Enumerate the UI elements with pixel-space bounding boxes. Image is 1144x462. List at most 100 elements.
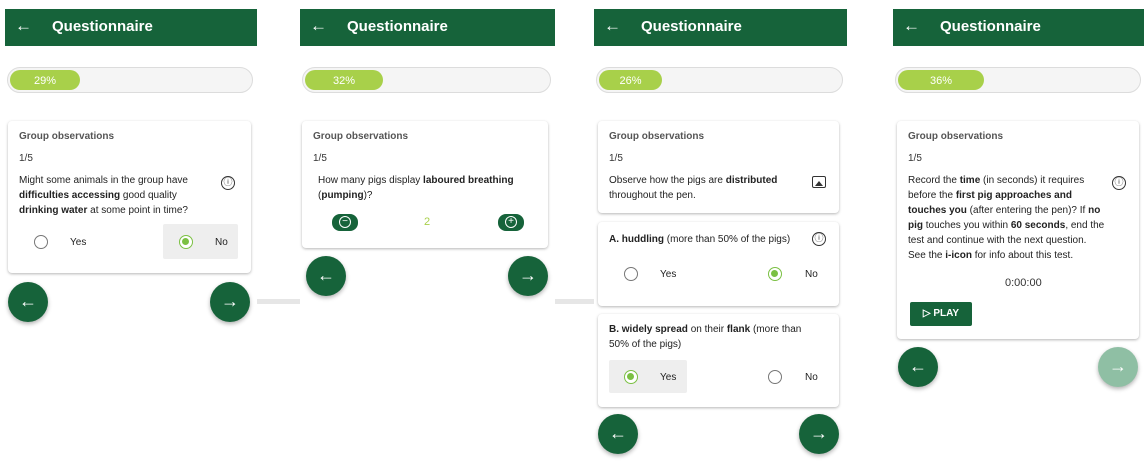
option-no-label: No bbox=[805, 269, 818, 280]
info-icon[interactable]: ⓘ bbox=[221, 176, 235, 190]
question-fragment: on their bbox=[687, 324, 727, 335]
radio-yes[interactable] bbox=[624, 267, 638, 281]
sub-question-card-b: B. widely spread on their flank (more th… bbox=[598, 314, 839, 407]
question-card: Group observations 1/5 Record the time (… bbox=[897, 121, 1139, 339]
group-title: Group observations bbox=[609, 131, 705, 142]
question-fragment: at some point in time? bbox=[87, 205, 188, 216]
stepper-value: 2 bbox=[424, 216, 431, 228]
option-yes-label: Yes bbox=[660, 269, 677, 280]
screen-distribution: ← Questionnaire 26% Group observations 1… bbox=[594, 9, 847, 459]
question-emphasis: A. huddling bbox=[609, 234, 664, 245]
question-fragment: throughout the pen. bbox=[609, 190, 696, 201]
step-counter: 1/5 bbox=[313, 153, 327, 164]
question-fragment: Observe how the pigs are bbox=[609, 175, 726, 186]
radio-no[interactable] bbox=[179, 235, 193, 249]
app-bar: ← Questionnaire bbox=[5, 9, 257, 46]
question-fragment: Might some animals in the group have bbox=[19, 175, 188, 186]
screen-drinking-water: ← Questionnaire 29% Group observations 1… bbox=[5, 9, 257, 459]
question-fragment: touches you within bbox=[923, 220, 1011, 231]
question-emphasis: 60 seconds bbox=[1010, 220, 1066, 231]
question-fragment: See the bbox=[908, 250, 943, 261]
question-emphasis: laboured breathing bbox=[423, 175, 514, 186]
app-bar: ← Questionnaire bbox=[300, 9, 555, 46]
question-emphasis: time bbox=[959, 175, 981, 186]
prev-button[interactable]: ← bbox=[898, 347, 938, 387]
question-fragment: good quality bbox=[120, 190, 177, 201]
step-counter: 1/5 bbox=[19, 153, 33, 164]
question-emphasis: distributed bbox=[725, 175, 778, 186]
option-no-label: No bbox=[215, 237, 228, 248]
progress-fill: 29% bbox=[10, 70, 80, 90]
question-emphasis: difficulties accessing bbox=[19, 190, 121, 201]
question-card: Group observations 1/5 Observe how the p… bbox=[598, 121, 839, 213]
prev-button[interactable]: ← bbox=[8, 282, 48, 322]
prev-button[interactable]: ← bbox=[306, 256, 346, 296]
option-yes-label: Yes bbox=[70, 237, 87, 248]
next-button[interactable]: → bbox=[210, 282, 250, 322]
play-button[interactable]: ▷ PLAY bbox=[910, 302, 972, 326]
timer-display: 0:00:00 bbox=[1005, 277, 1042, 289]
question-emphasis: pumping bbox=[321, 190, 364, 201]
question-fragment: )? bbox=[363, 190, 373, 201]
decrement-button[interactable]: − bbox=[332, 214, 358, 231]
divider bbox=[257, 299, 300, 304]
step-counter: 1/5 bbox=[609, 153, 623, 164]
question-fragment: (after entering the pen)? If bbox=[966, 205, 1089, 216]
screen-approach-time: ← Questionnaire 36% Group observations 1… bbox=[893, 9, 1144, 459]
app-title: Questionnaire bbox=[940, 18, 1041, 35]
progress-bar: 26% bbox=[596, 67, 843, 93]
info-icon[interactable]: ⓘ bbox=[812, 232, 826, 246]
question-text: Observe how the pigs are distributed thr… bbox=[609, 173, 779, 203]
sub-question-text: B. widely spread on their flank (more th… bbox=[609, 322, 809, 352]
question-emphasis: drinking water bbox=[19, 205, 88, 216]
plus-icon: + bbox=[505, 216, 517, 228]
next-button[interactable]: → bbox=[1098, 347, 1138, 387]
progress-label: 26% bbox=[619, 75, 642, 87]
prev-button[interactable]: ← bbox=[598, 414, 638, 454]
group-title: Group observations bbox=[908, 131, 1004, 142]
question-fragment: How many pigs display bbox=[318, 175, 424, 186]
progress-bar: 32% bbox=[302, 67, 551, 93]
sub-question-text: A. huddling (more than 50% of the pigs) bbox=[609, 232, 799, 247]
progress-label: 32% bbox=[332, 75, 356, 87]
radio-no[interactable] bbox=[768, 370, 782, 384]
question-card: Group observations 1/5 How many pigs dis… bbox=[302, 121, 548, 248]
back-arrow-icon[interactable]: ← bbox=[310, 16, 327, 36]
back-arrow-icon[interactable]: ← bbox=[604, 16, 621, 36]
next-button[interactable]: → bbox=[799, 414, 839, 454]
app-title: Questionnaire bbox=[52, 18, 153, 35]
increment-button[interactable]: + bbox=[498, 214, 524, 231]
info-icon[interactable]: ⓘ bbox=[1112, 176, 1126, 190]
back-arrow-icon[interactable]: ← bbox=[15, 16, 32, 36]
radio-yes[interactable] bbox=[624, 370, 638, 384]
radio-yes[interactable] bbox=[34, 235, 48, 249]
option-yes-label: Yes bbox=[660, 372, 677, 383]
minus-icon: − bbox=[339, 216, 351, 228]
divider bbox=[555, 299, 594, 304]
question-emphasis: i-icon bbox=[945, 250, 972, 261]
question-fragment: for info about this test. bbox=[971, 250, 1074, 261]
group-title: Group observations bbox=[313, 131, 409, 142]
screen-laboured-breathing: ← Questionnaire 32% Group observations 1… bbox=[300, 9, 555, 459]
progress-bar: 36% bbox=[895, 67, 1141, 93]
question-text: How many pigs display laboured breathing… bbox=[318, 173, 518, 203]
question-text: Record the time (in seconds) it requires… bbox=[908, 173, 1108, 263]
step-counter: 1/5 bbox=[908, 153, 922, 164]
radio-no[interactable] bbox=[768, 267, 782, 281]
question-card: Group observations 1/5 Might some animal… bbox=[8, 121, 251, 273]
option-no-label: No bbox=[805, 372, 818, 383]
back-arrow-icon[interactable]: ← bbox=[903, 16, 920, 36]
image-icon[interactable] bbox=[812, 176, 826, 188]
progress-bar: 29% bbox=[7, 67, 253, 93]
progress-fill: 26% bbox=[599, 70, 662, 90]
app-bar: ← Questionnaire bbox=[594, 9, 847, 46]
progress-fill: 32% bbox=[305, 70, 383, 90]
app-bar: ← Questionnaire bbox=[893, 9, 1144, 46]
app-title: Questionnaire bbox=[641, 18, 742, 35]
question-fragment: (more than 50% of the pigs) bbox=[664, 234, 791, 245]
sub-question-card-a: A. huddling (more than 50% of the pigs) … bbox=[598, 222, 839, 306]
app-title: Questionnaire bbox=[347, 18, 448, 35]
question-text: Might some animals in the group have dif… bbox=[19, 173, 209, 218]
question-emphasis: B. widely spread bbox=[609, 324, 688, 335]
next-button[interactable]: → bbox=[508, 256, 548, 296]
